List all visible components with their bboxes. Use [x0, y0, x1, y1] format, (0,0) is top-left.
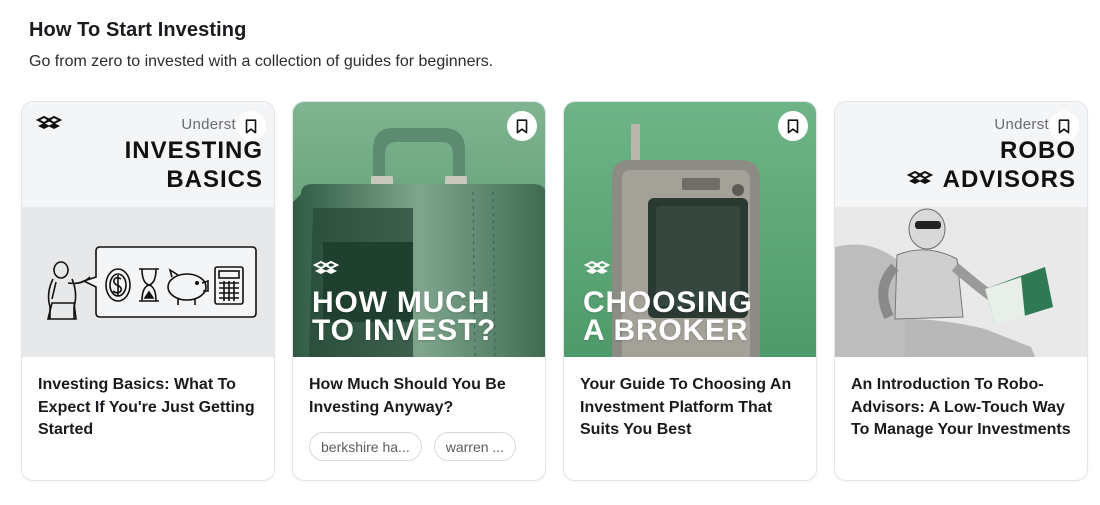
card-thumbnail: Underst INVESTING BASICS — [22, 102, 274, 357]
brand-logo-icon — [584, 260, 610, 274]
guide-card-investing-basics[interactable]: Underst INVESTING BASICS Investing Basic… — [21, 101, 275, 481]
thumbnail-kicker: Underst — [994, 116, 1049, 133]
thumbnail-kicker: Underst — [181, 116, 236, 133]
bookmark-icon — [1058, 118, 1070, 133]
card-title[interactable]: Your Guide To Choosing An Investment Pla… — [580, 374, 808, 442]
thumbnail-title-line2: A BROKER — [583, 314, 749, 347]
tag-list: berkshire ha... warren ... — [309, 432, 517, 461]
brand-logo-icon — [907, 170, 933, 184]
thumbnail-title-line1: HOW MUCH — [312, 286, 491, 319]
section-subtitle: Go from zero to invested with a collecti… — [29, 53, 494, 70]
card-title[interactable]: How Much Should You Be Investing Anyway? — [309, 374, 537, 419]
bookmark-button[interactable] — [1049, 111, 1079, 141]
thumbnail-title-line1: INVESTING — [124, 137, 263, 164]
card-title[interactable]: Investing Basics: What To Expect If You'… — [38, 374, 266, 442]
thumbnail-title-line1: CHOOSING — [583, 286, 753, 319]
tag-chip[interactable]: berkshire ha... — [309, 432, 422, 461]
brand-logo-icon — [313, 260, 339, 274]
thumbnail-title-line2: BASICS — [166, 166, 263, 193]
investing-illustration — [22, 207, 274, 357]
card-title[interactable]: An Introduction To Robo-Advisors: A Low-… — [851, 374, 1079, 442]
card-thumbnail: Underst ROBO ADVISORS — [835, 102, 1087, 357]
bookmark-icon — [787, 118, 799, 133]
tag-chip[interactable]: warren ... — [433, 432, 517, 461]
thumbnail-title-line2: ADVISORS — [942, 166, 1076, 193]
robot-photo — [835, 207, 1087, 357]
bookmark-button[interactable] — [236, 111, 266, 141]
brand-logo-icon — [36, 115, 62, 129]
bookmark-icon — [516, 118, 528, 133]
bookmark-icon — [245, 118, 257, 133]
bookmark-button[interactable] — [507, 111, 537, 141]
card-thumbnail: HOW MUCH TO INVEST? — [293, 102, 545, 357]
card-thumbnail: CHOOSING A BROKER — [564, 102, 816, 357]
guide-card-robo-advisors[interactable]: Underst ROBO ADVISORS An Introduction To… — [834, 101, 1088, 481]
section-title: How To Start Investing — [29, 19, 247, 41]
guide-card-choosing-a-broker[interactable]: CHOOSING A BROKER Your Guide To Choosing… — [563, 101, 817, 481]
thumbnail-title-line2: TO INVEST? — [312, 314, 497, 347]
bookmark-button[interactable] — [778, 111, 808, 141]
guide-card-how-much-to-invest[interactable]: HOW MUCH TO INVEST? How Much Should You … — [292, 101, 546, 481]
